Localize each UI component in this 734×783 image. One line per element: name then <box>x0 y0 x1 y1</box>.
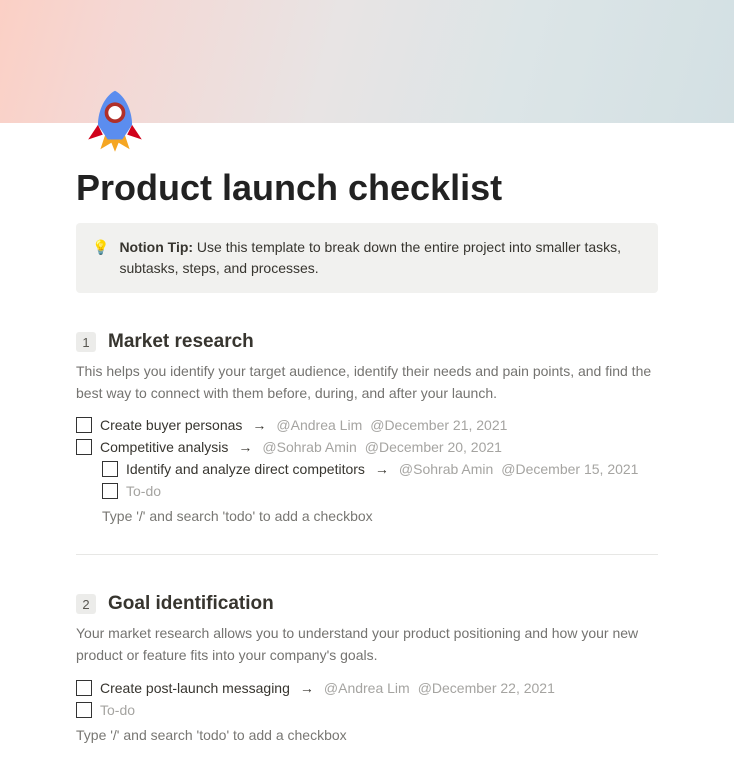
section: 2 Goal identification Your market research… <box>76 593 658 742</box>
todo-label: To-do <box>100 702 135 718</box>
hint-text: Type '/' and search 'todo' to add a chec… <box>76 721 658 743</box>
divider <box>76 554 658 555</box>
section-title: Goal identification <box>108 593 274 615</box>
todo-item[interactable]: Identify and analyze direct competitors … <box>102 458 658 480</box>
section-description[interactable]: This helps you identify your target audi… <box>76 361 658 404</box>
section-number: 2 <box>76 594 96 614</box>
todo-item[interactable]: Create post-launch messaging → @Andrea L… <box>76 677 658 699</box>
date-mention[interactable]: @December 22, 2021 <box>418 680 555 696</box>
hint-text: Type '/' and search 'todo' to add a chec… <box>76 502 658 524</box>
page-icon[interactable] <box>76 81 154 159</box>
assignee-mention[interactable]: @Andrea Lim <box>324 680 410 696</box>
checkbox[interactable] <box>76 417 92 433</box>
checkbox[interactable] <box>76 702 92 718</box>
section-title: Market research <box>108 331 254 353</box>
todo-label: Competitive analysis <box>100 439 228 455</box>
callout-block[interactable]: 💡 Notion Tip: Use this template to break… <box>76 223 658 293</box>
assignee-mention[interactable]: @Andrea Lim <box>276 417 362 433</box>
arrow-icon: → <box>252 417 266 433</box>
todo-item[interactable]: To-do <box>76 699 658 721</box>
section-heading[interactable]: 2 Goal identification <box>76 593 658 615</box>
callout-body: Use this template to break down the enti… <box>119 239 621 276</box>
section-number: 1 <box>76 332 96 352</box>
checkbox[interactable] <box>76 439 92 455</box>
section: 1 Market research This helps you identify … <box>76 331 658 524</box>
todo-label: To-do <box>126 483 161 499</box>
arrow-icon: → <box>300 680 314 696</box>
assignee-mention[interactable]: @Sohrab Amin <box>399 461 493 477</box>
checkbox[interactable] <box>102 461 118 477</box>
todo-label: Create buyer personas <box>100 417 242 433</box>
todo-label: Create post-launch messaging <box>100 680 290 696</box>
rocket-icon <box>76 81 154 159</box>
date-mention[interactable]: @December 20, 2021 <box>365 439 502 455</box>
callout-text: Notion Tip: Use this template to break d… <box>119 237 642 279</box>
todo-item[interactable]: To-do <box>102 480 658 502</box>
page-container: Product launch checklist 💡 Notion Tip: U… <box>0 81 734 783</box>
todo-label: Identify and analyze direct competitors <box>126 461 365 477</box>
todo-item[interactable]: Create buyer personas → @Andrea Lim @Dec… <box>76 414 658 436</box>
lightbulb-icon: 💡 <box>92 237 109 279</box>
arrow-icon: → <box>375 461 389 477</box>
date-mention[interactable]: @December 15, 2021 <box>501 461 638 477</box>
date-mention[interactable]: @December 21, 2021 <box>370 417 507 433</box>
section-description[interactable]: Your market research allows you to under… <box>76 623 658 666</box>
page-title[interactable]: Product launch checklist <box>76 167 658 209</box>
assignee-mention[interactable]: @Sohrab Amin <box>262 439 356 455</box>
section-heading[interactable]: 1 Market research <box>76 331 658 353</box>
checkbox[interactable] <box>76 680 92 696</box>
todo-item[interactable]: Competitive analysis → @Sohrab Amin @Dec… <box>76 436 658 458</box>
arrow-icon: → <box>238 439 252 455</box>
callout-strong: Notion Tip: <box>119 239 193 255</box>
checkbox[interactable] <box>102 483 118 499</box>
